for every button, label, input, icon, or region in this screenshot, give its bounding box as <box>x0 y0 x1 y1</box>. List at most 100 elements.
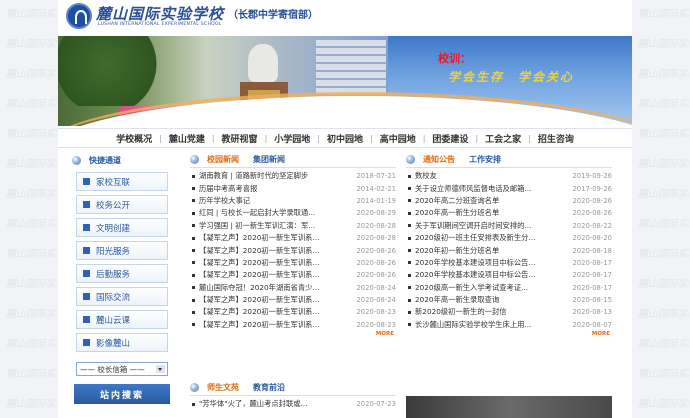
list-item-title[interactable]: 2020级初一班主任安排表及新生分... <box>415 233 568 243</box>
list-item[interactable]: 历年学校大事记 2014-01-19 <box>190 195 396 207</box>
list-item-title[interactable]: 【凝军之声】2020初一新生军训系... <box>199 320 352 330</box>
list-item-title[interactable]: 【凝军之声】2020初一新生军训系... <box>199 233 352 243</box>
nav-item[interactable]: 初中园地 <box>320 132 370 145</box>
list-item[interactable]: 【凝军之声】2020初一新生军训系... 2020-08-26 <box>190 269 396 281</box>
list-item[interactable]: 长沙麓山国际实验学校学生床上用... 2020-08-07 <box>406 319 612 331</box>
list-item-title[interactable]: 历届中考高考喜报 <box>199 184 352 194</box>
list-item-title[interactable]: 【凝军之声】2020初一新生军训系... <box>199 246 352 256</box>
list-item[interactable]: 2020年初一新生分班名单 2020-08-18 <box>406 244 612 256</box>
nav-item[interactable]: 学校概况 <box>109 132 159 145</box>
list-bullet-icon <box>192 286 195 290</box>
sidebar-item-label: 校务公开 <box>96 200 131 211</box>
list-item[interactable]: 【凝军之声】2020初一新生军训系... 2020-08-26 <box>190 257 396 269</box>
principal-mailbox-select[interactable]: —— 校长信箱 —— <box>76 362 168 376</box>
tab-group-news[interactable]: 集团新闻 <box>253 154 285 165</box>
quick-links-label: 快捷通道 <box>89 155 121 165</box>
chevron-down-icon[interactable] <box>156 365 165 373</box>
tab-work-schedule[interactable]: 工作安排 <box>469 154 501 165</box>
watermark-text: 麓山国际实验学校 <box>638 399 690 410</box>
sidebar-item[interactable]: 文明创建 <box>76 218 168 237</box>
list-item-title[interactable]: 红同 | 与校长一起启封大学录取通... <box>199 208 352 218</box>
tab-notices[interactable]: 通知公告 <box>423 154 455 165</box>
list-item-title[interactable]: 2020年高二分班查询名单 <box>415 196 568 206</box>
notices-more-label[interactable]: MORE <box>590 331 612 337</box>
list-item-title[interactable]: 2020年初一新生分班名单 <box>415 246 568 256</box>
list-item-title[interactable]: 【凝军之声】2020初一新生军训系... <box>199 295 352 305</box>
nav-item[interactable]: 团委建设 <box>425 132 475 145</box>
list-item[interactable]: 【凝军之声】2020初一新生军训系... 2020-08-23 <box>190 319 396 331</box>
sidebar-item[interactable]: 家校互联 <box>76 172 168 191</box>
list-item-date: 2020-08-17 <box>572 271 612 280</box>
list-item[interactable]: 历届中考高考喜报 2014-02-21 <box>190 182 396 194</box>
list-bullet-icon <box>408 323 411 327</box>
list-item[interactable]: 2020年学校基本建设项目中标公告... 2020-08-17 <box>406 257 612 269</box>
list-item[interactable]: 关于设立师德师风监督电话及邮箱... 2017-09-26 <box>406 182 612 194</box>
list-item-title[interactable]: 长沙麓山国际实验学校学生床上用... <box>415 320 568 330</box>
list-item-title[interactable]: 【凝军之声】2020初一新生军训系... <box>199 258 352 268</box>
sidebar-item[interactable]: 麓山云课 <box>76 310 168 329</box>
list-item-date: 2020-08-17 <box>572 258 612 267</box>
list-item[interactable]: 数校友 2019-09-26 <box>406 170 612 182</box>
nav-item[interactable]: 工会之家 <box>478 132 528 145</box>
list-item[interactable]: 【凝军之声】2020初一新生军训系... 2020-08-24 <box>190 294 396 306</box>
tab-campus-news[interactable]: 校园新闻 <box>207 154 239 165</box>
list-item[interactable]: 【凝军之声】2020初一新生军训系... 2020-08-23 <box>190 306 396 318</box>
tab-education-frontier[interactable]: 教育前沿 <box>253 382 285 393</box>
list-item[interactable]: 2020年高一新生分班名单 2020-08-26 <box>406 207 612 219</box>
school-logo-icon[interactable] <box>66 3 92 29</box>
list-item[interactable]: 红同 | 与校长一起启封大学录取通... 2020-08-29 <box>190 207 396 219</box>
list-item-title[interactable]: 【凝军之声】2020初一新生军训系... <box>199 307 352 317</box>
sidebar-item[interactable]: 后勤服务 <box>76 264 168 283</box>
sidebar-item[interactable]: 阳光服务 <box>76 241 168 260</box>
list-item-title[interactable]: 2020年高一新生录取查询 <box>415 295 568 305</box>
list-item-title[interactable]: 数校友 <box>415 171 568 181</box>
list-item[interactable]: 2020级初一班主任安排表及新生分... 2020-08-20 <box>406 232 612 244</box>
nav-item[interactable]: 教研视窗 <box>215 132 265 145</box>
news-more-label[interactable]: MORE <box>374 331 396 337</box>
tab-teacher-student-writing[interactable]: 师生文苑 <box>207 382 239 393</box>
list-item[interactable]: 【凝军之声】2020初一新生军训系... 2020-08-28 <box>190 232 396 244</box>
list-item[interactable]: 2020级高一新生入学考试查考证... 2020-08-17 <box>406 282 612 294</box>
list-item[interactable]: 2020年学校基本建设项目中标公告... 2020-08-17 <box>406 269 612 281</box>
list-item-title[interactable]: 【凝军之声】2020初一新生军训系... <box>199 270 352 280</box>
sidebar-item[interactable]: 国际交流 <box>76 287 168 306</box>
bottom-photo[interactable] <box>406 396 612 418</box>
list-item-title[interactable]: 关于军训期间空调开启时间安排的... <box>415 221 568 231</box>
list-item[interactable]: 2020年高一新生录取查询 2020-08-15 <box>406 294 612 306</box>
list-item-title[interactable]: 历年学校大事记 <box>199 196 352 206</box>
list-item[interactable]: "芳华体"火了，麓山考点封联或... 2020-07-23 <box>190 398 396 410</box>
list-item-title[interactable]: 麓山国际夺冠！2020年湖南省青少... <box>199 283 352 293</box>
watermark-text: 麓山国际实验学校 <box>638 369 690 380</box>
list-item-title[interactable]: 新2020级初一新生的一封信 <box>415 307 568 317</box>
list-item-date: 2020-08-24 <box>356 283 396 292</box>
nav-item[interactable]: 高中园地 <box>373 132 423 145</box>
nav-item[interactable]: 招生咨询 <box>531 132 581 145</box>
list-item-title[interactable]: 2020年学校基本建设项目中标公告... <box>415 270 568 280</box>
list-item-title[interactable]: 学习强国 | 初一新生军训汇演：军... <box>199 221 352 231</box>
list-item-title[interactable]: 2020年高一新生分班名单 <box>415 208 568 218</box>
sidebar-item[interactable]: 影像麓山 <box>76 333 168 352</box>
watermark-text: 麓山国际实验学校 <box>638 9 690 20</box>
list-item-title[interactable]: 湖南教育 | 道路新时代的坚定脚步 <box>199 171 352 181</box>
list-item-date: 2020-08-29 <box>356 209 396 218</box>
list-item-title[interactable]: 关于设立师德师风监督电话及邮箱... <box>415 184 568 194</box>
list-item[interactable]: 2020年高二分班查询名单 2020-08-26 <box>406 195 612 207</box>
list-item-date: 2014-01-19 <box>356 196 396 205</box>
news-tabs: 校园新闻 集团新闻 <box>190 152 396 168</box>
sidebar-item[interactable]: 校务公开 <box>76 195 168 214</box>
list-item-title[interactable]: 2020级高一新生入学考试查考证... <box>415 283 568 293</box>
nav-item[interactable]: 麓山党建 <box>162 132 212 145</box>
list-item-title[interactable]: "芳华体"火了，麓山考点封联或... <box>199 399 352 409</box>
list-item[interactable]: 麓山国际夺冠！2020年湖南省青少... 2020-08-24 <box>190 282 396 294</box>
list-item-date: 2020-08-26 <box>572 209 612 218</box>
notices-more-link[interactable]: MORE <box>406 331 612 339</box>
list-item[interactable]: 湖南教育 | 道路新时代的坚定脚步 2018-07-21 <box>190 170 396 182</box>
list-item-title[interactable]: 2020年学校基本建设项目中标公告... <box>415 258 568 268</box>
list-item[interactable]: 新2020级初一新生的一封信 2020-08-13 <box>406 306 612 318</box>
watermark-text: 麓山国际实验学校 <box>638 69 690 80</box>
list-item[interactable]: 关于军训期间空调开启时间安排的... 2020-08-22 <box>406 220 612 232</box>
list-item[interactable]: 学习强国 | 初一新生军训汇演：军... 2020-08-28 <box>190 220 396 232</box>
nav-item[interactable]: 小学园地 <box>267 132 317 145</box>
news-more-link[interactable]: MORE <box>190 331 396 339</box>
list-item[interactable]: 【凝军之声】2020初一新生军训系... 2020-08-26 <box>190 244 396 256</box>
